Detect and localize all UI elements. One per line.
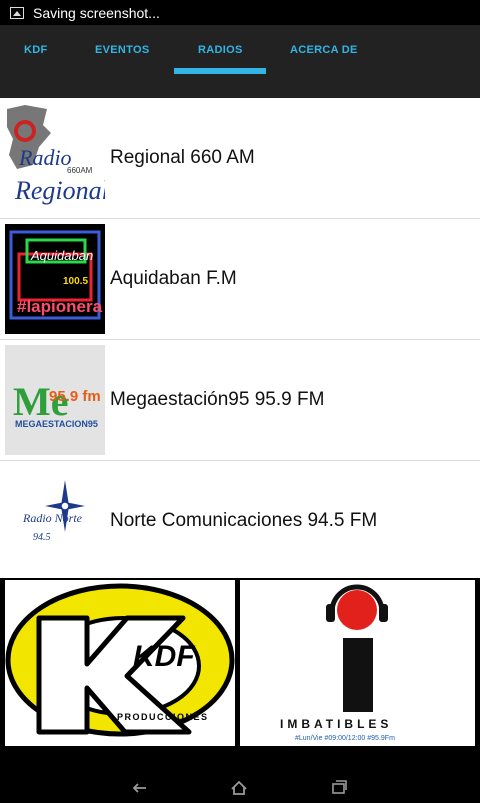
radio-aquidaban-logo: Aquidaban 100.5 #lapionera [5, 224, 105, 334]
svg-text:Aquidaban: Aquidaban [30, 248, 93, 263]
home-icon[interactable] [229, 778, 249, 798]
radio-name: Aquidaban F.M [110, 268, 237, 289]
radio-name: Megaestación95 95.9 FM [110, 389, 325, 410]
kdf-producciones-tile[interactable]: KDF PRODUCCIONES [5, 580, 235, 746]
svg-text:MEGAESTACION95: MEGAESTACION95 [15, 419, 98, 429]
list-item[interactable]: Radio Regional 660AM Regional 660 AM [0, 98, 480, 219]
status-bar: Saving screenshot... [0, 0, 480, 25]
screenshot-icon [10, 6, 24, 19]
radio-megaestacion-logo: Me 95.9 fm MEGAESTACION95 [5, 345, 105, 455]
radio-name: Norte Comunicaciones 94.5 FM [110, 510, 378, 531]
sponsor-tiles: KDF PRODUCCIONES IMBATIBLES #Lun/Vie #09… [0, 578, 480, 776]
radio-regional-logo: Radio Regional 660AM [5, 103, 105, 213]
list-item[interactable]: Me 95.9 fm MEGAESTACION95 Megaestación95… [0, 340, 480, 461]
imbatibles-tile[interactable]: IMBATIBLES #Lun/Vie #09:00/12:00 #95.9Fm [240, 580, 475, 746]
tab-eventos[interactable]: EVENTOS [95, 25, 149, 75]
svg-text:Regional: Regional [14, 176, 105, 205]
radio-list: Radio Regional 660AM Regional 660 AM Aqu… [0, 98, 480, 582]
svg-text:#Lun/Vie #09:00/12:00 #95.9Fm: #Lun/Vie #09:00/12:00 #95.9Fm [295, 735, 395, 742]
back-icon[interactable] [130, 778, 150, 798]
recents-icon[interactable] [329, 778, 349, 798]
svg-text:95.9 fm: 95.9 fm [49, 388, 101, 405]
svg-text:Radio: Radio [18, 145, 72, 170]
tab-acerca-de[interactable]: ACERCA DE [290, 25, 358, 75]
svg-text:94.5: 94.5 [33, 532, 51, 543]
radio-name: Regional 660 AM [110, 147, 255, 168]
svg-text:#lapionera: #lapionera [17, 297, 103, 316]
svg-text:IMBATIBLES: IMBATIBLES [280, 717, 392, 731]
svg-text:Radio Norte: Radio Norte [22, 511, 83, 525]
tab-kdf[interactable]: KDF [24, 25, 48, 75]
list-item[interactable]: Radio Norte 94.5 Norte Comunicaciones 94… [0, 461, 480, 582]
list-item[interactable]: Aquidaban 100.5 #lapionera Aquidaban F.M [0, 219, 480, 340]
svg-text:PRODUCCIONES: PRODUCCIONES [117, 712, 209, 722]
svg-text:KDF: KDF [133, 640, 195, 673]
radio-norte-logo: Radio Norte 94.5 [5, 466, 105, 576]
svg-text:100.5: 100.5 [63, 276, 88, 287]
svg-text:660AM: 660AM [67, 166, 93, 175]
navigation-bar [0, 776, 480, 800]
tab-bar: KDF EVENTOS RADIOS ACERCA DE [0, 25, 480, 98]
tab-selected-indicator [174, 68, 266, 74]
status-notification: Saving screenshot... [33, 4, 160, 21]
